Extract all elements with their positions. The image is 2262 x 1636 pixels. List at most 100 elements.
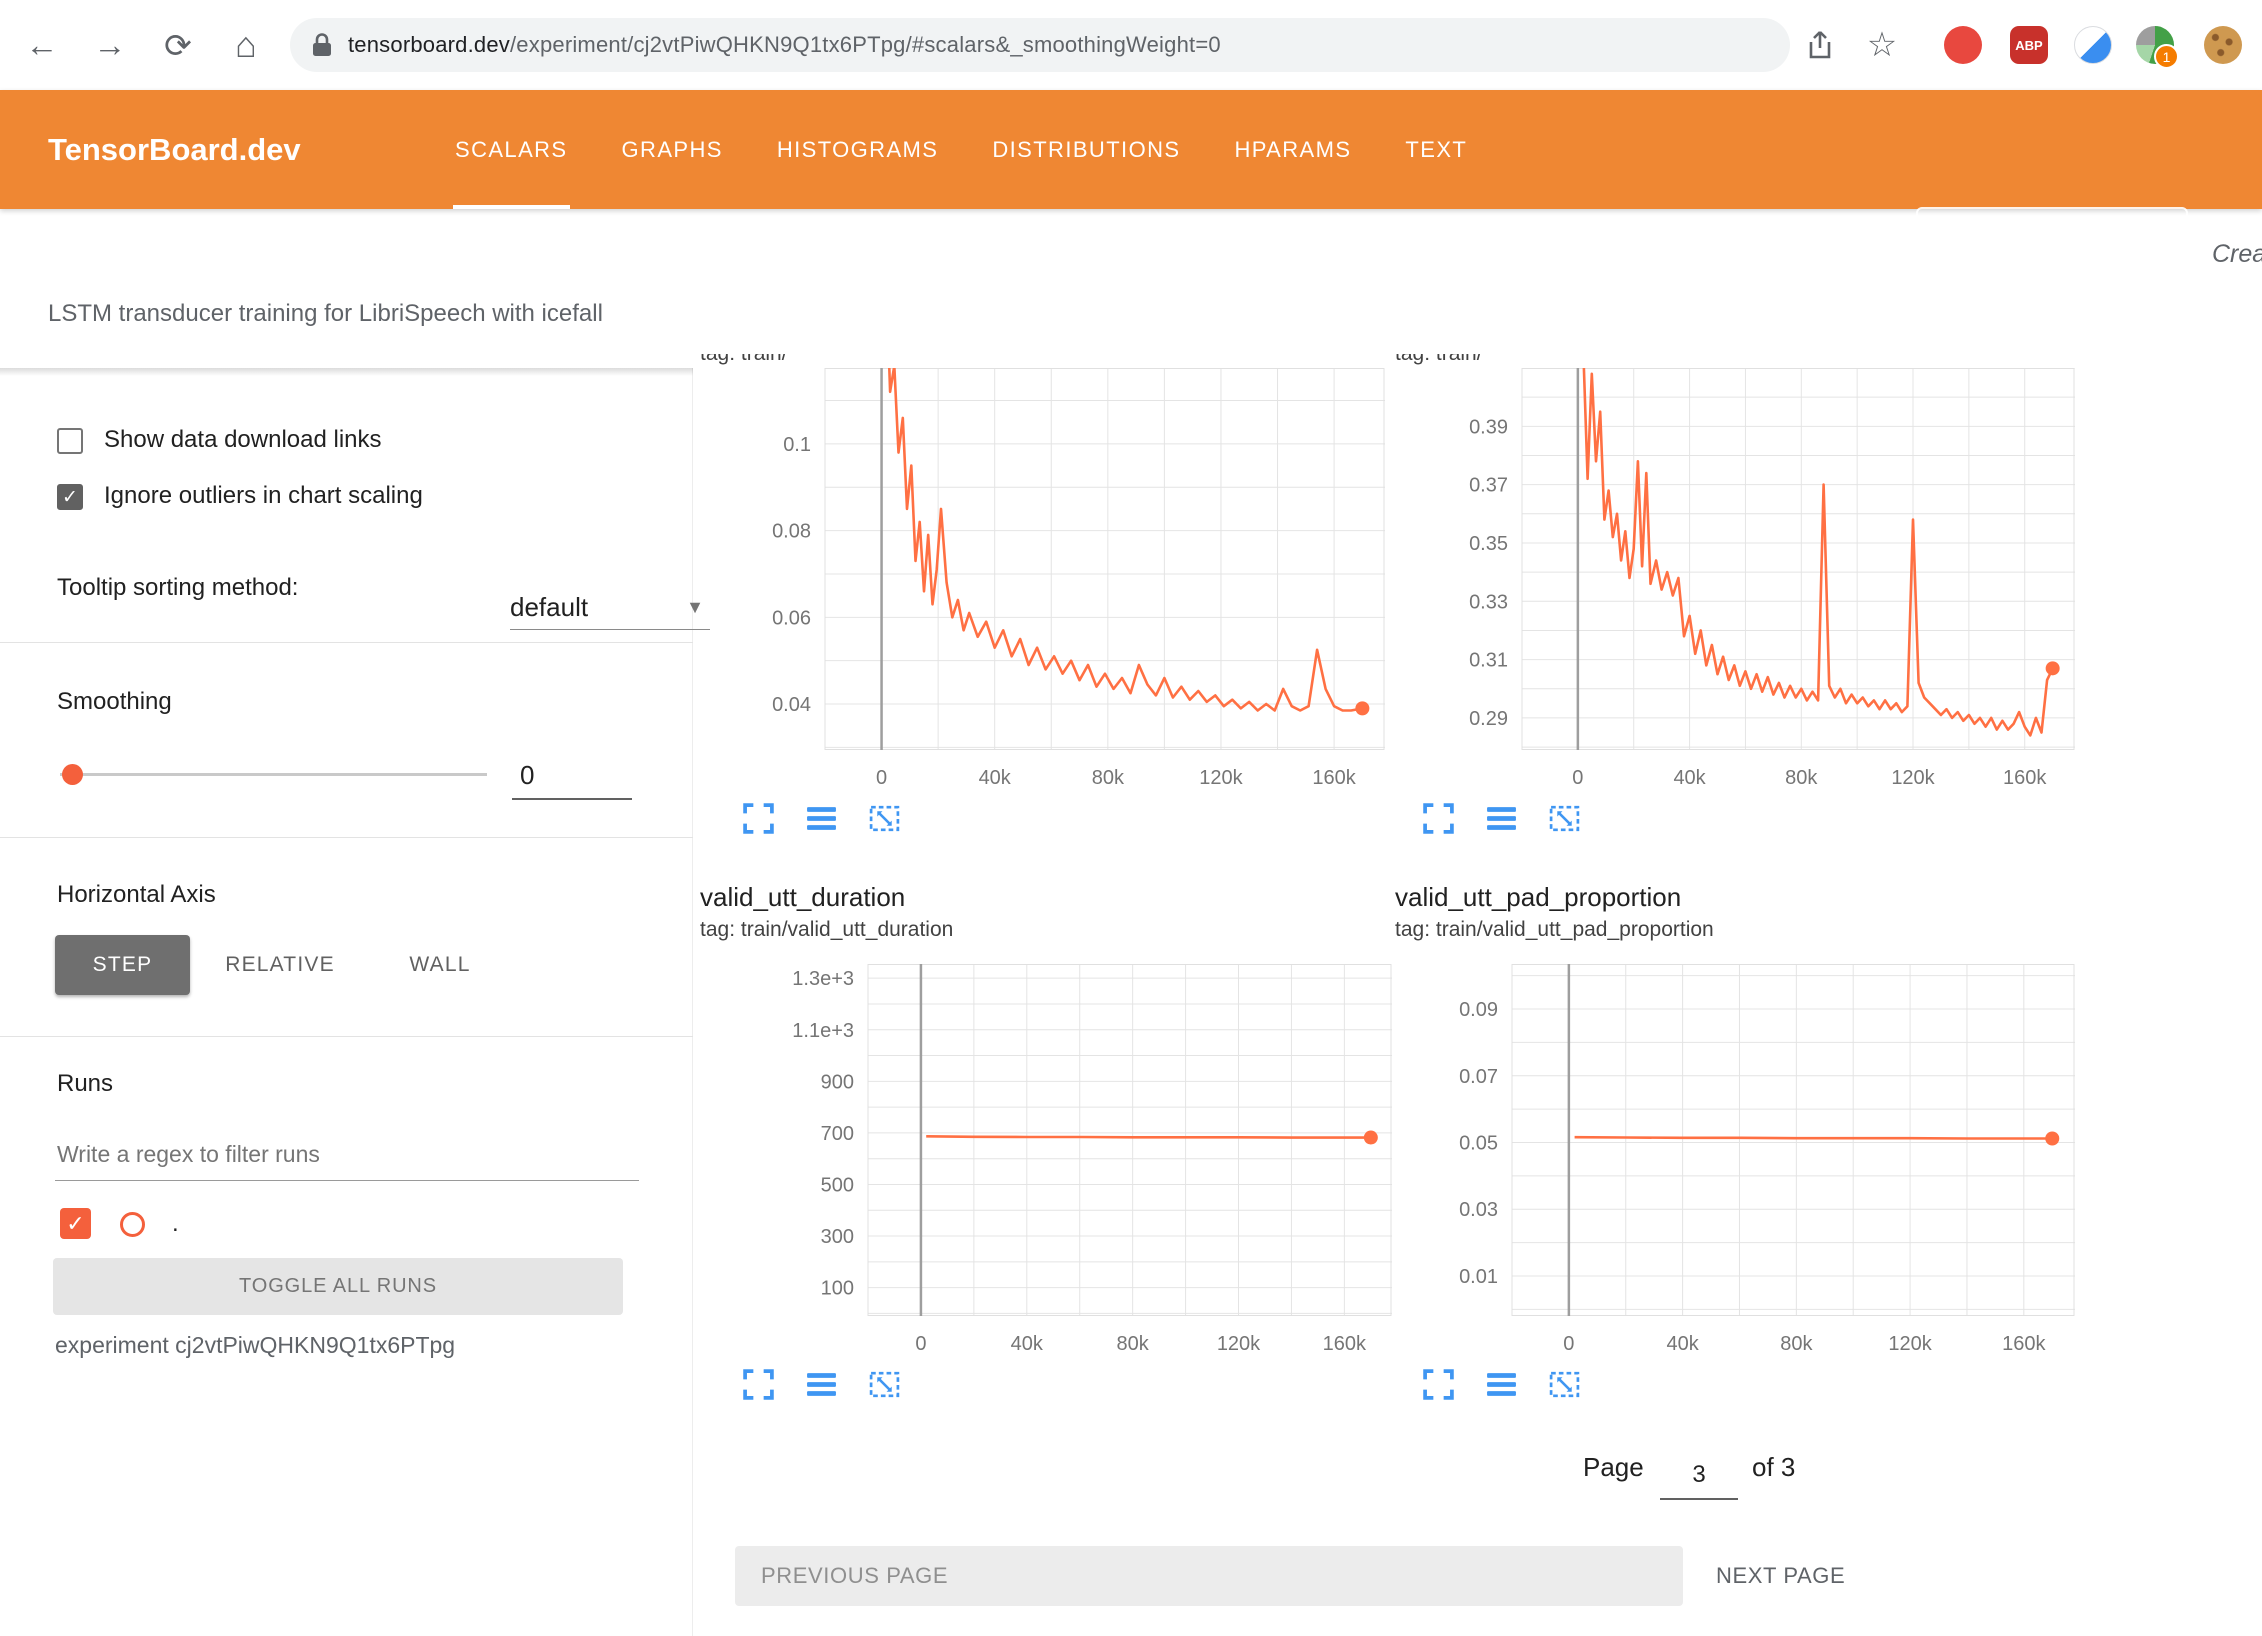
fit-domain-icon[interactable] [868, 1368, 901, 1401]
back-icon[interactable]: ← [18, 0, 66, 90]
svg-text:120k: 120k [1199, 767, 1243, 789]
fit-domain-icon[interactable] [868, 802, 901, 835]
run-data-icon[interactable] [1485, 1368, 1518, 1401]
chart-toolbar [742, 1368, 901, 1401]
chart-title-valid-utt-pad-proportion: valid_utt_pad_proportion [1395, 882, 1681, 913]
smoothing-slider-track[interactable] [60, 773, 487, 776]
svg-text:0: 0 [915, 1333, 926, 1355]
tab-distributions[interactable]: DISTRIBUTIONS [965, 90, 1207, 209]
svg-text:80k: 80k [1092, 767, 1125, 789]
url-domain: tensorboard.dev [348, 32, 510, 57]
svg-text:0.09: 0.09 [1459, 999, 1498, 1021]
next-page-button[interactable]: NEXT PAGE [1716, 1546, 1845, 1606]
svg-text:80k: 80k [1780, 1333, 1813, 1355]
lock-icon [312, 32, 332, 58]
run-checkbox[interactable]: ✓ [60, 1208, 91, 1239]
expand-chart-icon[interactable] [1422, 802, 1455, 835]
svg-text:0: 0 [876, 767, 887, 789]
svg-text:160k: 160k [1323, 1333, 1367, 1355]
svg-text:0.07: 0.07 [1459, 1066, 1498, 1088]
sidebar-top-shadow [0, 368, 693, 376]
smoothing-slider-knob[interactable] [62, 764, 83, 785]
svg-text:40k: 40k [979, 767, 1012, 789]
svg-text:120k: 120k [1217, 1333, 1261, 1355]
smoothing-value-input[interactable]: 0 [512, 752, 632, 800]
svg-text:700: 700 [821, 1123, 854, 1145]
adblock-extension-icon[interactable] [1944, 26, 1982, 64]
tab-scalars[interactable]: SCALARS [428, 90, 595, 209]
svg-text:40k: 40k [1011, 1333, 1044, 1355]
page-total-label: of 3 [1752, 1452, 1795, 1483]
axis-wall-button[interactable]: WALL [400, 935, 480, 995]
svg-text:0.01: 0.01 [1459, 1266, 1498, 1288]
svg-text:0.37: 0.37 [1469, 475, 1508, 497]
tab-hparams[interactable]: HPARAMS [1207, 90, 1378, 209]
bookmark-star-icon[interactable]: ☆ [1858, 0, 1906, 90]
svg-text:0.05: 0.05 [1459, 1133, 1498, 1155]
url-path: /experiment/cj2vtPiwQHKN9Q1tx6PTpg/#scal… [510, 32, 1221, 57]
run-data-icon[interactable] [805, 802, 838, 835]
profile-extension-icon[interactable]: 1 [2136, 26, 2174, 64]
svg-text:0.31: 0.31 [1469, 650, 1508, 672]
svg-text:0.35: 0.35 [1469, 533, 1508, 555]
axis-step-button[interactable]: STEP [55, 935, 190, 995]
chart-plot-top-right[interactable]: 0.290.310.330.350.370.39040k80k120k160k [1410, 368, 2075, 796]
tab-text[interactable]: TEXT [1378, 90, 1494, 209]
fit-domain-icon[interactable] [1548, 1368, 1581, 1401]
home-icon[interactable]: ⌂ [222, 0, 270, 90]
svg-text:0.1: 0.1 [783, 434, 811, 456]
expand-chart-icon[interactable] [742, 802, 775, 835]
experiment-description: LSTM transducer training for LibriSpeech… [48, 300, 603, 328]
svg-text:120k: 120k [1888, 1333, 1932, 1355]
toggle-all-runs-button[interactable]: TOGGLE ALL RUNS [53, 1258, 623, 1315]
expand-chart-icon[interactable] [742, 1368, 775, 1401]
svg-text:120k: 120k [1891, 767, 1935, 789]
tab-graphs[interactable]: GRAPHS [595, 90, 750, 209]
runs-filter-input[interactable] [55, 1128, 639, 1181]
darkmode-extension-icon[interactable] [2074, 26, 2112, 64]
run-data-icon[interactable] [805, 1368, 838, 1401]
tooltip-sorting-value: default [510, 592, 588, 623]
address-bar[interactable]: tensorboard.dev/experiment/cj2vtPiwQHKN9… [290, 18, 1790, 72]
app-header: TensorBoard.dev SCALARS GRAPHS HISTOGRAM… [0, 90, 2262, 209]
run-data-icon[interactable] [1485, 802, 1518, 835]
divider [0, 837, 693, 838]
runs-label: Runs [57, 1070, 113, 1098]
chart-tag-valid-utt-pad-proportion: tag: train/valid_utt_pad_proportion [1395, 918, 1714, 942]
expand-chart-icon[interactable] [1422, 1368, 1455, 1401]
clipped-chart-header-left: tag: train/ [700, 354, 1320, 368]
run-color-swatch [120, 1212, 145, 1237]
forward-icon[interactable]: → [86, 0, 134, 90]
divider [0, 642, 693, 643]
reload-icon[interactable]: ⟳ [154, 0, 202, 90]
axis-relative-button[interactable]: RELATIVE [215, 935, 345, 995]
fit-domain-icon[interactable] [1548, 802, 1581, 835]
send-feedback-button[interactable]: SEND FEEDBACK [1916, 207, 2188, 265]
chart-title-valid-utt-duration: valid_utt_duration [700, 882, 905, 913]
share-icon[interactable] [1796, 0, 1844, 90]
svg-text:0.06: 0.06 [772, 607, 811, 629]
show-download-links-checkbox[interactable] [57, 428, 83, 454]
tab-histograms[interactable]: HISTOGRAMS [750, 90, 966, 209]
abp-extension-icon[interactable]: ABP [2010, 26, 2048, 64]
chart-plot-valid-utt-pad-proportion[interactable]: 0.010.030.050.070.09040k80k120k160k [1400, 964, 2075, 1362]
previous-page-button[interactable]: PREVIOUS PAGE [735, 1546, 1683, 1606]
nav-tabs: SCALARS GRAPHS HISTOGRAMS DISTRIBUTIONS … [428, 90, 1494, 209]
tooltip-sorting-label: Tooltip sorting method: [57, 574, 298, 602]
cookie-extension-icon[interactable] [2204, 26, 2242, 64]
page: ← → ⟳ ⌂ tensorboard.dev/experiment/cj2vt… [0, 0, 2262, 1636]
tooltip-sorting-dropdown[interactable]: default ▼ [510, 586, 710, 630]
clipped-chart-header-right: tag: train/ [1395, 354, 2015, 368]
page-number-input[interactable] [1660, 1452, 1738, 1500]
chart-tag-valid-utt-duration: tag: train/valid_utt_duration [700, 918, 953, 942]
svg-text:0: 0 [1572, 767, 1583, 789]
experiment-id-label: experiment cj2vtPiwQHKN9Q1tx6PTpg [55, 1332, 455, 1359]
chart-plot-top-left[interactable]: 0.040.060.080.1040k80k120k160k [713, 368, 1385, 796]
chart-plot-valid-utt-duration[interactable]: 1003005007009001.1e+31.3e+3040k80k120k16… [756, 964, 1392, 1362]
chart-toolbar [1422, 1368, 1581, 1401]
svg-text:40k: 40k [1666, 1333, 1699, 1355]
svg-text:0.29: 0.29 [1469, 708, 1508, 730]
chart-toolbar [1422, 802, 1581, 835]
browser-toolbar: ← → ⟳ ⌂ tensorboard.dev/experiment/cj2vt… [0, 0, 2262, 91]
ignore-outliers-checkbox[interactable]: ✓ [57, 484, 83, 510]
